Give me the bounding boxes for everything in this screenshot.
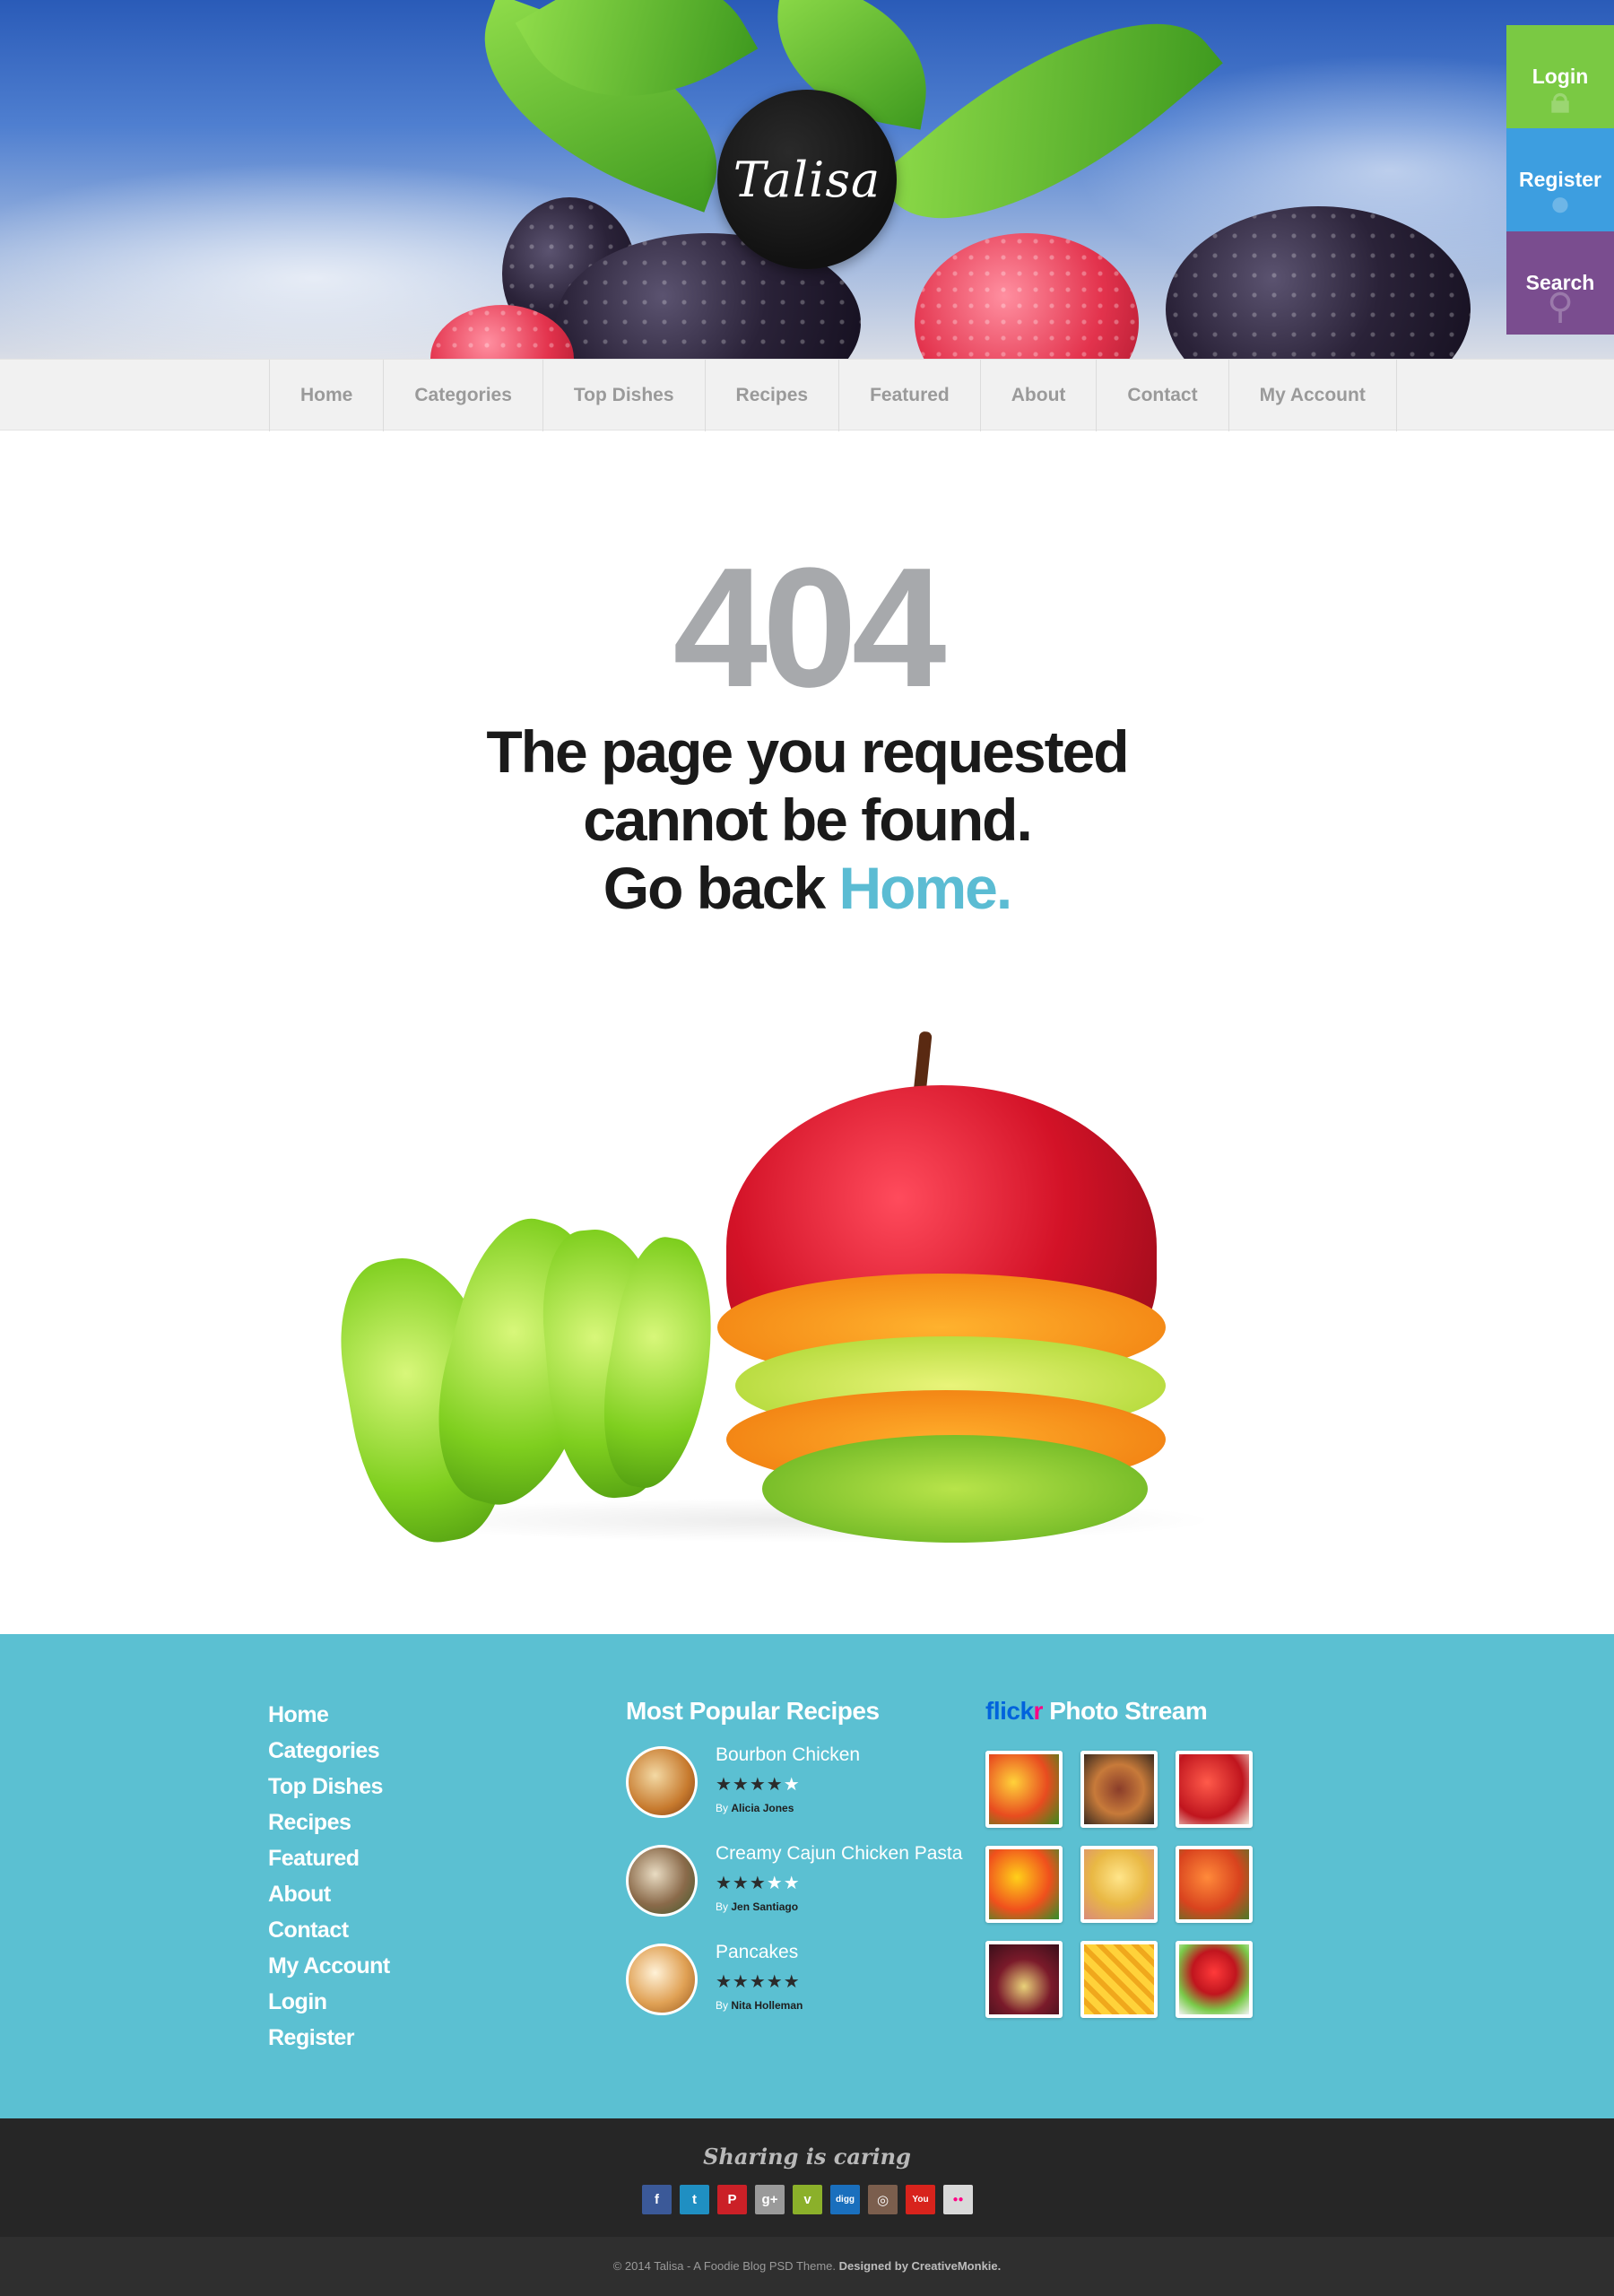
site-logo[interactable]: Talisa [717, 90, 897, 269]
flickr-photo-thumbnail[interactable] [1176, 1941, 1253, 2018]
flickr-photo-grid [985, 1751, 1254, 2018]
recipe-name[interactable]: Creamy Cajun Chicken Pasta [716, 1843, 962, 1865]
footer-link-contact[interactable]: Contact [268, 1912, 390, 1948]
login-tab-button[interactable]: Login 🔒︎ [1506, 25, 1614, 128]
lock-icon: 🔒︎ [1550, 81, 1570, 120]
logo-text: Talisa [733, 151, 881, 208]
nav-item-contact[interactable]: Contact [1097, 360, 1229, 431]
google-plus-icon[interactable]: g+ [755, 2185, 785, 2214]
nav-item-recipes[interactable]: Recipes [706, 360, 840, 431]
error-code: 404 [672, 533, 946, 723]
vimeo-icon[interactable]: v [793, 2185, 822, 2214]
designer-credit[interactable]: Designed by CreativeMonkie. [839, 2259, 1002, 2273]
error-message: The page you requested cannot be found. … [0, 718, 1614, 922]
footer: Home Categories Top Dishes Recipes Featu… [0, 1634, 1614, 2118]
search-icon: ⚲ [1547, 287, 1574, 326]
side-tabs: Login 🔒︎ Register ● Search ⚲ [1506, 25, 1614, 335]
nav-item-categories[interactable]: Categories [384, 360, 543, 431]
error-line-3: Go back Home. [0, 854, 1614, 922]
nav-item-top-dishes[interactable]: Top Dishes [543, 360, 706, 431]
nav-item-about[interactable]: About [981, 360, 1098, 431]
error-line-1: The page you requested [486, 718, 1129, 785]
footer-link-recipes[interactable]: Recipes [268, 1805, 390, 1840]
flickr-photo-thumbnail[interactable] [1080, 1751, 1158, 1828]
recipe-author: By Alicia Jones [716, 1802, 794, 1814]
popular-recipes-title: Most Popular Recipes [626, 1697, 880, 1725]
footer-links: Home Categories Top Dishes Recipes Featu… [268, 1697, 390, 2056]
copyright-text: © 2014 Talisa - A Foodie Blog PSD Theme. [612, 2259, 839, 2273]
footer-link-register[interactable]: Register [268, 2020, 390, 2056]
flickr-photo-thumbnail[interactable] [1080, 1941, 1158, 2018]
facebook-icon[interactable]: f [642, 2185, 672, 2214]
hero-banner: Talisa [0, 0, 1614, 359]
recipe-name[interactable]: Pancakes [716, 1942, 798, 1963]
user-icon: ● [1549, 184, 1572, 223]
flickr-photo-thumbnail[interactable] [1176, 1751, 1253, 1828]
twitter-icon[interactable]: t [680, 2185, 709, 2214]
footer-link-home[interactable]: Home [268, 1697, 390, 1733]
nav-item-home[interactable]: Home [269, 360, 385, 431]
recipe-author: By Jen Santiago [716, 1900, 799, 1913]
flickr-photo-thumbnail[interactable] [1176, 1846, 1253, 1923]
flickr-photo-thumbnail[interactable] [1080, 1846, 1158, 1923]
youtube-icon[interactable]: You [906, 2185, 935, 2214]
sharing-title: Sharing is caring [703, 2144, 911, 2170]
recipe-thumbnail[interactable] [626, 1845, 698, 1917]
footer-link-login[interactable]: Login [268, 1984, 390, 2020]
instagram-icon[interactable]: ◎ [868, 2185, 898, 2214]
recipe-name[interactable]: Bourbon Chicken [716, 1744, 860, 1766]
flickr-photo-thumbnail[interactable] [985, 1751, 1063, 1828]
raspberry-image [915, 233, 1139, 359]
sharing-bar: Sharing is caring f t P g+ v digg ◎ You … [0, 2118, 1614, 2237]
register-tab-button[interactable]: Register ● [1506, 128, 1614, 231]
recipe-rating: ★★★★★ [716, 1972, 801, 1992]
recipe-author: By Nita Holleman [716, 1999, 803, 2012]
recipe-thumbnail[interactable] [626, 1746, 698, 1818]
error-line-2: cannot be found. [583, 787, 1033, 853]
go-back-text: Go back [603, 855, 839, 921]
flickr-photo-thumbnail[interactable] [985, 1941, 1063, 2018]
search-tab-button[interactable]: Search ⚲ [1506, 231, 1614, 335]
footer-link-my-account[interactable]: My Account [268, 1948, 390, 1984]
digg-icon[interactable]: digg [830, 2185, 860, 2214]
main-navigation: Home Categories Top Dishes Recipes Featu… [0, 359, 1614, 431]
footer-link-about[interactable]: About [268, 1876, 390, 1912]
pinterest-icon[interactable]: P [717, 2185, 747, 2214]
sliced-fruit-image [325, 1031, 1255, 1554]
footer-link-top-dishes[interactable]: Top Dishes [268, 1769, 390, 1805]
footer-link-featured[interactable]: Featured [268, 1840, 390, 1876]
flickr-icon[interactable]: ●● [943, 2185, 973, 2214]
nav-item-my-account[interactable]: My Account [1229, 360, 1397, 431]
copyright-bar: © 2014 Talisa - A Foodie Blog PSD Theme.… [0, 2237, 1614, 2296]
flickr-logo: flickr [985, 1697, 1043, 1725]
footer-link-categories[interactable]: Categories [268, 1733, 390, 1769]
home-link[interactable]: Home. [839, 855, 1013, 921]
nav-item-featured[interactable]: Featured [839, 360, 981, 431]
flickr-stream-title: flickr Photo Stream [985, 1697, 1208, 1726]
recipe-thumbnail[interactable] [626, 1944, 698, 2015]
recipe-rating: ★★★★★ [716, 1874, 801, 1893]
apple-slice-image [762, 1435, 1148, 1543]
flickr-photo-thumbnail[interactable] [985, 1846, 1063, 1923]
photo-stream-text: Photo Stream [1049, 1697, 1208, 1725]
recipe-rating: ★★★★★ [716, 1775, 801, 1795]
social-icons: f t P g+ v digg ◎ You ●● [642, 2185, 973, 2214]
